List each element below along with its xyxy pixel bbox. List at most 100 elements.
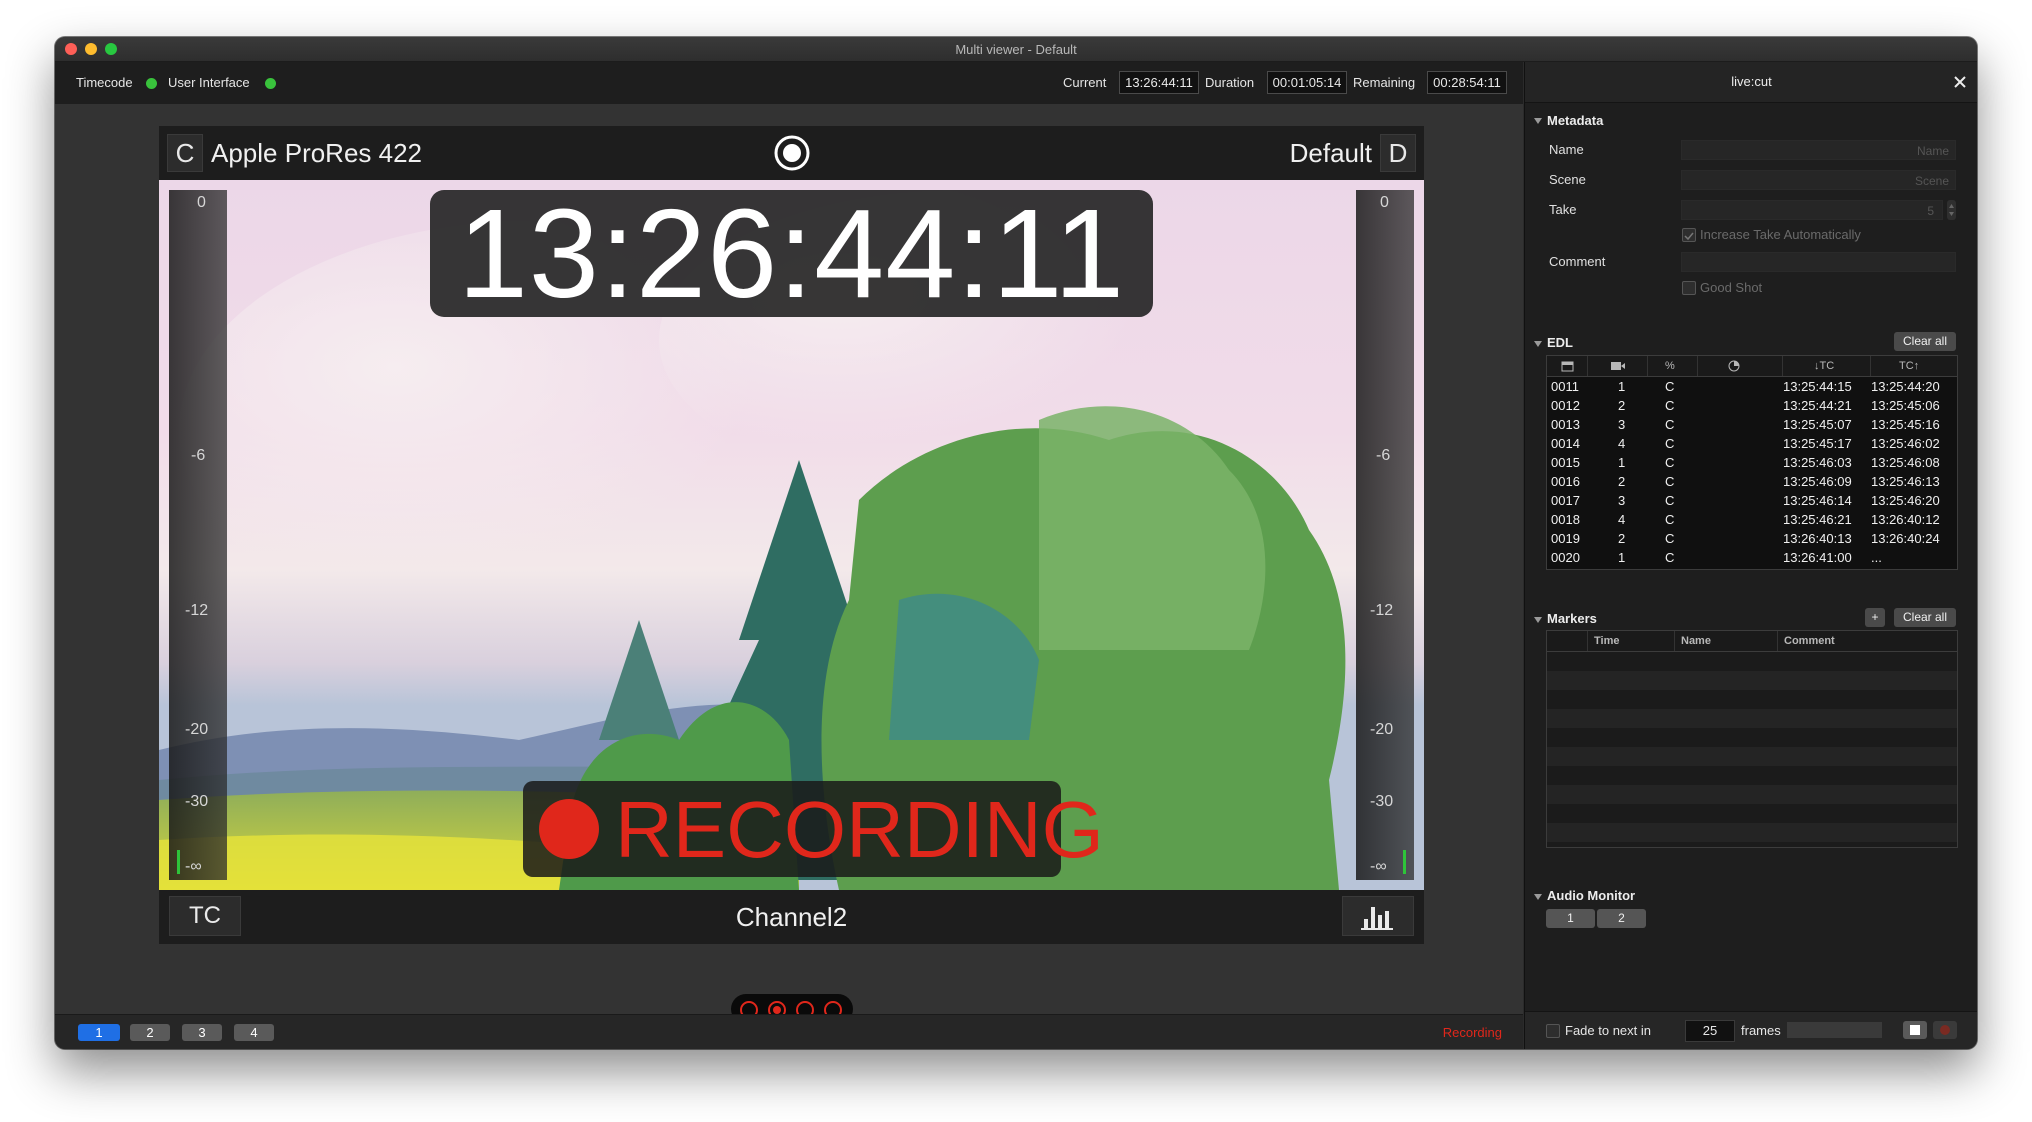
sidebar-footer: Fade to next in 25 frames [1525,1011,1977,1049]
edl-col-tc-out[interactable]: TC↑ [1899,356,1919,376]
channel-tab-2[interactable]: 2 [130,1024,170,1041]
table-row[interactable]: 0016 2 C 13:25:46:09 13:25:46:13 [1547,473,1957,492]
table-row[interactable]: 0018 4 C 13:25:46:21 13:26:40:12 [1547,511,1957,530]
status-toolbar: Timecode User Interface Current 13:26:44… [55,62,1523,104]
sidebar-header: live:cut [1525,62,1977,103]
take-stepper[interactable] [1947,200,1956,220]
record-dot-icon [1940,1025,1950,1035]
markers-col-time[interactable]: Time [1594,631,1619,651]
list-item [1547,766,1957,785]
comment-label: Comment [1549,254,1606,269]
remaining-timecode: 00:28:54:11 [1427,71,1507,94]
recording-status-text: Recording [1442,1025,1502,1040]
fade-checkbox[interactable] [1546,1024,1560,1038]
edl-table: % ↓TC TC↑ 0011 1 C 13:25:44:15 13:25:44:20 0… [1546,355,1958,570]
table-row[interactable]: 0012 2 C 13:25:44:21 13:25:45:06 [1547,397,1957,416]
recording-dot-icon [539,799,599,859]
timecode-label: Timecode [76,75,133,90]
name-label: Name [1549,142,1584,157]
increase-take-checkbox[interactable] [1682,228,1696,242]
table-row[interactable]: 0019 2 C 13:26:40:13 13:26:40:24 [1547,530,1957,549]
list-item [1547,671,1957,690]
list-item [1547,652,1957,671]
audio-monitor-disclosure-icon[interactable] [1533,892,1543,902]
audio-monitor-heading: Audio Monitor [1547,888,1636,903]
left-meter-level-bar [177,850,180,874]
stop-icon [1910,1025,1920,1035]
metadata-heading: Metadata [1547,113,1604,128]
right-meter-level-bar [1403,850,1406,874]
take-field[interactable]: 5 [1681,200,1943,220]
edl-clear-all-button[interactable]: Clear all [1894,332,1956,351]
table-row[interactable]: 0011 1 C 13:25:44:15 13:25:44:20 [1547,378,1957,397]
channel-letter-badge: C [167,134,203,172]
fade-frames-field[interactable]: 25 [1685,1020,1735,1042]
right-audio-meter: 0 -6 -12 -20 -30 -∞ [1356,190,1414,880]
markers-disclosure-icon[interactable] [1533,615,1543,625]
table-row[interactable]: 0014 4 C 13:25:45:17 13:25:46:02 [1547,435,1957,454]
name-field[interactable]: Name [1681,140,1956,160]
right-meter-label-minus-infinity: -∞ [1370,858,1387,875]
current-label: Current [1063,75,1107,90]
markers-col-comment[interactable]: Comment [1784,631,1835,651]
clock-icon [1728,360,1740,372]
list-item [1547,728,1957,747]
list-item [1547,785,1957,804]
markers-clear-all-button[interactable]: Clear all [1894,608,1956,627]
add-marker-button[interactable]: + [1865,608,1885,627]
table-row[interactable]: 0013 3 C 13:25:45:07 13:25:45:16 [1547,416,1957,435]
viewer-footer: TC Channel2 [159,890,1424,944]
record-button[interactable] [1933,1021,1957,1039]
good-shot-label: Good Shot [1700,280,1763,295]
list-item [1547,690,1957,709]
edl-disclosure-icon[interactable] [1533,339,1543,349]
edl-table-header: % ↓TC TC↑ [1547,356,1957,377]
table-row[interactable]: 0020 1 C 13:26:41:00... [1547,549,1957,568]
take-label: Take [1549,202,1577,217]
right-meter-label-minus20: -20 [1370,721,1394,738]
left-audio-meter: 0 -6 -12 -20 -30 -∞ [169,190,227,880]
scene-label: Scene [1549,172,1586,187]
ui-status-indicator [265,78,276,89]
close-icon[interactable] [1952,74,1968,90]
audio-bars-button[interactable] [1342,896,1414,936]
left-meter-label-minus12: -12 [185,602,209,619]
edl-col-tc-in[interactable]: ↓TC [1814,356,1834,376]
table-row[interactable]: 0015 1 C 13:25:46:03 13:25:46:08 [1547,454,1957,473]
timecode-overlay: 13:26:44:11 [430,190,1153,317]
timecode-status-indicator [146,78,157,89]
left-meter-label-minus20: -20 [185,721,209,738]
comment-field[interactable] [1681,252,1956,272]
list-item [1547,709,1957,728]
record-target-icon[interactable] [773,134,811,172]
audio-channel-1-button[interactable]: 1 [1546,909,1595,928]
metadata-disclosure-icon[interactable] [1533,116,1543,126]
table-row[interactable]: 0017 3 C 13:25:46:14 13:25:46:20 [1547,492,1957,511]
right-meter-label-minus12: -12 [1370,602,1394,619]
markers-heading: Markers [1547,611,1597,626]
title-bar: Multi viewer - Default [55,37,1977,62]
sidebar-title: live:cut [1731,74,1772,89]
channel-tab-1[interactable]: 1 [78,1024,120,1041]
good-shot-checkbox[interactable] [1682,281,1696,295]
channel-tab-3[interactable]: 3 [182,1024,222,1041]
channel-name-label: Channel2 [735,902,848,932]
app-window: Multi viewer - Default Timecode User Int… [55,37,1977,1049]
list-item [1547,747,1957,766]
markers-col-name[interactable]: Name [1681,631,1711,651]
audio-bars-icon [1361,907,1393,930]
right-meter-label-minus6: -6 [1376,447,1391,464]
scene-field[interactable]: Scene [1681,170,1956,190]
viewer-header: C Apple ProRes 422 Default D [159,126,1424,180]
recording-label: RECORDING [615,785,1104,874]
stepper-arrows-icon [1949,204,1954,216]
channel-tab-bar: 1 2 3 4 Recording [55,1014,1523,1049]
channel-tab-4[interactable]: 4 [234,1024,274,1041]
user-interface-label: User Interface [168,75,250,90]
viewer-area: C Apple ProRes 422 Default D 0 -6 -12 -2… [55,104,1523,1024]
audio-channel-2-button[interactable]: 2 [1597,909,1646,928]
checkmark-icon [1684,232,1694,241]
live-cut-sidebar: live:cut Metadata Name Name Scene Scene … [1524,62,1977,1049]
channel-viewer[interactable]: C Apple ProRes 422 Default D 0 -6 -12 -2… [159,126,1424,944]
stop-button[interactable] [1903,1021,1927,1039]
